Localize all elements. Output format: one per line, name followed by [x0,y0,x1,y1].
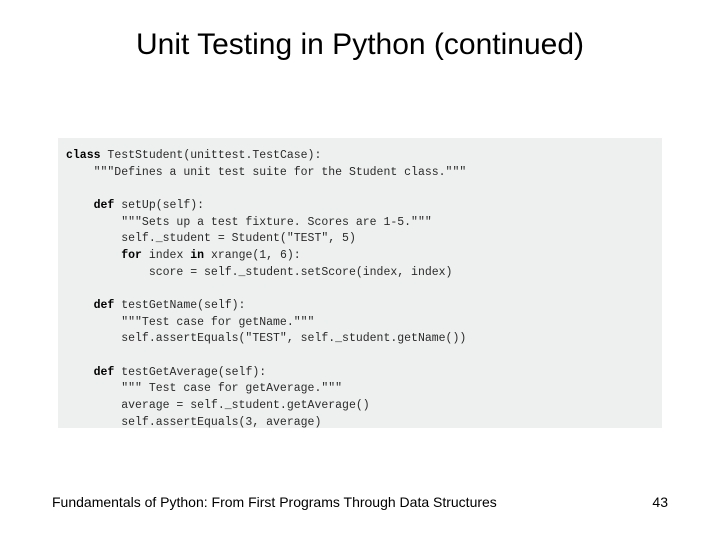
indent-8 [66,299,94,312]
footer-text: Fundamentals of Python: From First Progr… [52,494,628,510]
indent-6 [66,249,121,262]
code-line-14: self.assertEquals(3, average) [66,416,321,429]
page-number: 43 [628,494,668,510]
footer: Fundamentals of Python: From First Progr… [52,494,668,510]
code-line-6a: index [142,249,190,262]
code-line-1: TestStudent(unittest.TestCase): [101,149,322,162]
code-line-2: """Defines a unit test suite for the Stu… [66,166,466,179]
code-line-4: """Sets up a test fixture. Scores are 1-… [66,216,432,229]
indent-3 [66,199,94,212]
code-line-7: score = self._student.setScore(index, in… [66,266,452,279]
kw-def-3: def [94,366,115,379]
code-line-5: self._student = Student("TEST", 5) [66,232,356,245]
kw-class: class [66,149,101,162]
code-line-6b: xrange(1, 6): [204,249,301,262]
code-line-13: average = self._student.getAverage() [66,399,370,412]
code-line-8: testGetName(self): [114,299,245,312]
kw-in: in [190,249,204,262]
kw-def-2: def [94,299,115,312]
slide: Unit Testing in Python (continued) class… [0,0,720,540]
kw-def-1: def [94,199,115,212]
slide-title: Unit Testing in Python (continued) [0,28,720,62]
code-line-3: setUp(self): [114,199,204,212]
kw-for: for [121,249,142,262]
code-line-11: testGetAverage(self): [114,366,266,379]
code-line-12: """ Test case for getAverage.""" [66,382,342,395]
code-block: class TestStudent(unittest.TestCase): ""… [58,138,662,428]
code-line-9: """Test case for getName.""" [66,316,314,329]
indent-11 [66,366,94,379]
code-line-10: self.assertEquals("TEST", self._student.… [66,332,466,345]
